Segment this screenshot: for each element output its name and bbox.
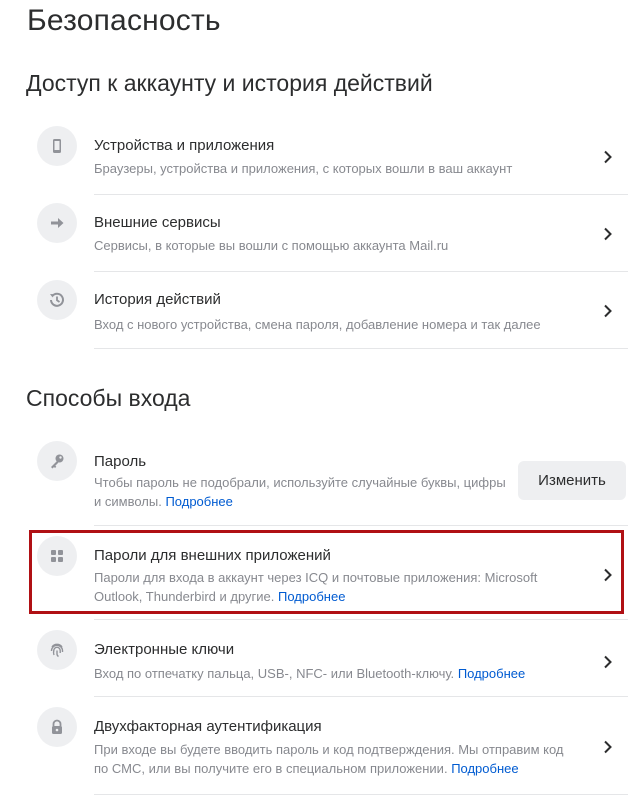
item-description: Вход по отпечатку пальца, USB-, NFC- или… (94, 664, 525, 683)
item-description: Вход с нового устройства, смена пароля, … (94, 317, 541, 332)
description-line: по СМС, или вы получите его в специально… (94, 761, 448, 776)
security-keys-item[interactable]: Электронные ключи Вход по отпечатку паль… (0, 620, 643, 696)
lock-icon (37, 707, 77, 747)
chevron-right-icon (604, 304, 612, 318)
change-password-button[interactable]: Изменить (518, 461, 626, 500)
item-description: Сервисы, в которые вы вошли с помощью ак… (94, 238, 449, 253)
item-title: Электронные ключи (94, 641, 235, 658)
item-title: Устройства и приложения (94, 137, 275, 154)
arrow-right-icon (37, 203, 77, 243)
item-title: Пароль (94, 453, 147, 470)
phone-icon (37, 126, 77, 166)
description-line: Чтобы пароль не подобрали, используйте с… (94, 475, 506, 490)
devices-and-apps-item[interactable]: Устройства и приложения Браузеры, устрой… (0, 118, 643, 194)
item-description: При входе вы будете вводить пароль и код… (94, 740, 574, 778)
item-description: Браузеры, устройства и приложения, с кот… (94, 161, 513, 176)
section-title-login-methods: Способы входа (26, 385, 191, 411)
external-services-item[interactable]: Внешние сервисы Сервисы, в которые вы во… (0, 195, 643, 271)
key-icon (37, 441, 77, 481)
history-icon (37, 280, 77, 320)
more-link[interactable]: Подробнее (458, 666, 525, 681)
activity-history-item[interactable]: История действий Вход с нового устройств… (0, 272, 643, 348)
item-title: Двухфакторная аутентификация (94, 718, 322, 735)
page-title: Безопасность (27, 4, 221, 37)
highlight-frame (29, 530, 624, 614)
more-link[interactable]: Подробнее (165, 494, 232, 509)
chevron-right-icon (604, 150, 612, 164)
chevron-right-icon (604, 740, 612, 754)
fingerprint-icon (37, 630, 77, 670)
item-title: История действий (94, 291, 221, 308)
chevron-right-icon (604, 227, 612, 241)
item-description: Чтобы пароль не подобрали, используйте с… (94, 473, 514, 511)
divider (94, 348, 628, 349)
more-link[interactable]: Подробнее (451, 761, 518, 776)
chevron-right-icon (604, 655, 612, 669)
two-factor-auth-item[interactable]: Двухфакторная аутентификация При входе в… (0, 697, 643, 793)
description-line: При входе вы будете вводить пароль и код… (94, 742, 564, 757)
divider (94, 794, 628, 795)
description-line: и символы. (94, 494, 162, 509)
description-line: Вход по отпечатку пальца, USB-, NFC- или… (94, 666, 455, 681)
item-title: Внешние сервисы (94, 214, 221, 231)
section-title-access: Доступ к аккаунту и история действий (26, 70, 433, 96)
